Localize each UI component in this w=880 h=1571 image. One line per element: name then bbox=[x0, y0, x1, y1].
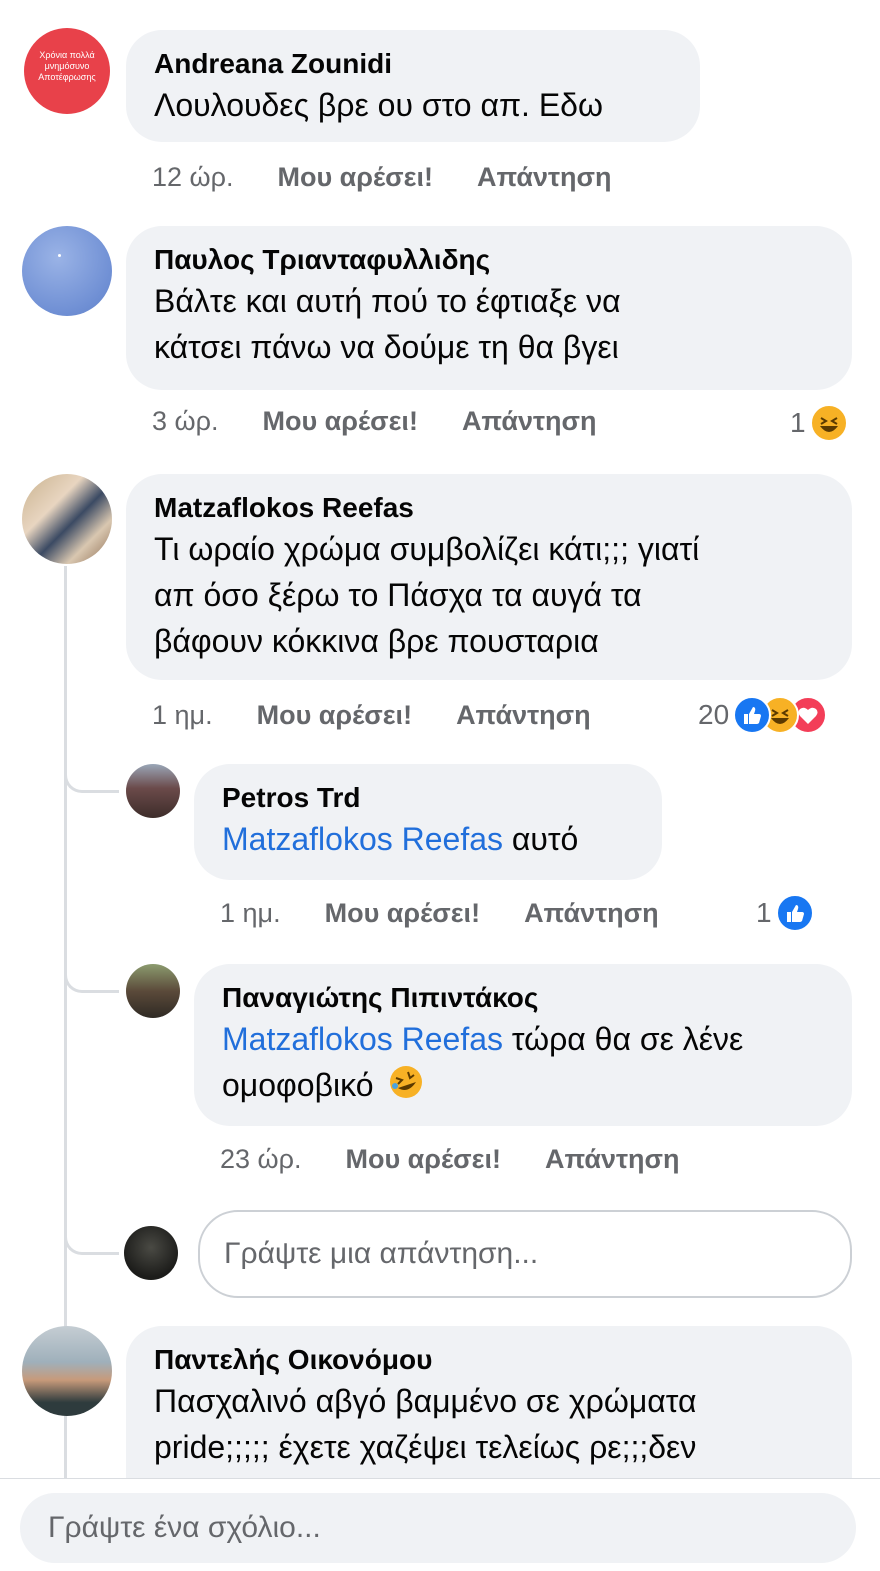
like-reaction-icon bbox=[775, 894, 814, 932]
comment-text: απ όσο ξέρω το Πάσχα τα αυγά τα bbox=[154, 577, 642, 613]
avatar[interactable]: Χρόνια πολλά μνημόσυνο Αποτέφρωσης bbox=[24, 28, 110, 114]
reply-actions: 1 ημ. Μου αρέσει! Απάντηση bbox=[220, 898, 703, 929]
comment-composer: Γράψτε ένα σχόλιο... bbox=[0, 1478, 880, 1571]
thread-line bbox=[64, 1418, 67, 1478]
avatar[interactable] bbox=[22, 1326, 112, 1416]
comment-author[interactable]: Matzaflokos Reefas bbox=[154, 490, 824, 526]
rolling-laughing-emoji-icon bbox=[388, 1064, 424, 1112]
comment-text: βάφουν κόκκινα βρε πουσταρια bbox=[154, 623, 599, 659]
reply-button[interactable]: Απάντηση bbox=[524, 898, 659, 929]
reply-bubble: Παναγιώτης Πιπιντάκος Matzaflokos Reefas… bbox=[194, 964, 852, 1126]
reply-input-placeholder: Γράψτε μια απάντηση... bbox=[224, 1237, 539, 1270]
comment-time[interactable]: 1 ημ. bbox=[152, 700, 213, 731]
comment-time[interactable]: 3 ώρ. bbox=[152, 406, 218, 437]
comment-text: Βάλτε και αυτή πού το έφτιαξε να bbox=[154, 283, 621, 319]
comment-text: κάτσει πάνω να δούμε τη θα βγει bbox=[154, 329, 619, 365]
reply-text: ομοφοβικό bbox=[222, 1062, 824, 1112]
comment-author[interactable]: Παυλος Τριανταφυλλιδης bbox=[154, 242, 824, 278]
reply-author[interactable]: Petros Trd bbox=[222, 780, 634, 816]
comment-bubble: Παυλος Τριανταφυλλιδης Βάλτε και αυτή πο… bbox=[126, 226, 852, 390]
comment-input[interactable]: Γράψτε ένα σχόλιο... bbox=[20, 1493, 856, 1563]
reaction-count: 1 bbox=[756, 897, 772, 928]
reply-time[interactable]: 1 ημ. bbox=[220, 898, 281, 929]
reply-text: Matzaflokos Reefas αυτό bbox=[222, 821, 579, 857]
thread-connector bbox=[64, 1200, 119, 1255]
mention-link[interactable]: Matzaflokos Reefas bbox=[222, 821, 503, 857]
reaction-summary[interactable]: 1 bbox=[790, 404, 848, 442]
comment-time[interactable]: 12 ώρ. bbox=[152, 162, 233, 193]
like-button[interactable]: Μου αρέσει! bbox=[262, 406, 417, 437]
reply-text: Matzaflokos Reefas τώρα θα σε λένε bbox=[222, 1021, 744, 1057]
like-button[interactable]: Μου αρέσει! bbox=[325, 898, 480, 929]
reaction-summary[interactable]: 1 bbox=[756, 894, 814, 932]
comment-input-placeholder: Γράψτε ένα σχόλιο... bbox=[48, 1511, 321, 1544]
reaction-summary[interactable]: 20 bbox=[698, 696, 828, 734]
reply-button[interactable]: Απάντηση bbox=[456, 700, 591, 731]
comment-text: Πασχαλινό αβγό βαμμένο σε χρώματα bbox=[154, 1383, 697, 1419]
avatar[interactable] bbox=[22, 474, 112, 564]
reply-bubble: Petros Trd Matzaflokos Reefas αυτό bbox=[194, 764, 662, 880]
thread-connector bbox=[64, 740, 119, 793]
avatar[interactable] bbox=[126, 764, 180, 818]
comment-author[interactable]: Παντελής Οικονόμου bbox=[154, 1342, 824, 1378]
reply-time[interactable]: 23 ώρ. bbox=[220, 1144, 301, 1175]
comment-actions: 1 ημ. Μου αρέσει! Απάντηση bbox=[152, 700, 635, 731]
comment-text: Τι ωραίο χρώμα συμβολίζει κάτι;;; γιατί bbox=[154, 531, 700, 567]
like-button[interactable]: Μου αρέσει! bbox=[257, 700, 412, 731]
reply-button[interactable]: Απάντηση bbox=[477, 162, 612, 193]
like-reaction-icon bbox=[733, 696, 772, 734]
avatar[interactable] bbox=[22, 226, 112, 316]
like-button[interactable]: Μου αρέσει! bbox=[345, 1144, 500, 1175]
reply-author[interactable]: Παναγιώτης Πιπιντάκος bbox=[222, 980, 824, 1016]
reply-actions: 23 ώρ. Μου αρέσει! Απάντηση bbox=[220, 1144, 724, 1175]
avatar[interactable] bbox=[126, 964, 180, 1018]
comment-actions: 12 ώρ. Μου αρέσει! Απάντηση bbox=[152, 162, 656, 193]
comment-bubble: Matzaflokos Reefas Τι ωραίο χρώμα συμβολ… bbox=[126, 474, 852, 680]
comment-text: Λουλουδες βρε ου στο απ. Εδω bbox=[154, 87, 603, 123]
mention-link[interactable]: Matzaflokos Reefas bbox=[222, 1021, 503, 1057]
thread-connector bbox=[64, 940, 119, 993]
comment-author[interactable]: Andreana Zounidi bbox=[154, 46, 672, 82]
reply-button[interactable]: Απάντηση bbox=[462, 406, 597, 437]
reply-input[interactable]: Γράψτε μια απάντηση... bbox=[198, 1210, 852, 1298]
avatar-label: Χρόνια πολλά μνημόσυνο Αποτέφρωσης bbox=[38, 50, 96, 82]
reaction-count: 1 bbox=[790, 407, 806, 438]
current-user-avatar bbox=[124, 1226, 178, 1280]
comment-text: pride;;;;; έχετε χαζέψει τελείως ρε;;;δε… bbox=[154, 1429, 697, 1465]
haha-reaction-icon bbox=[809, 404, 848, 442]
reaction-count: 20 bbox=[698, 699, 730, 730]
comment-actions: 3 ώρ. Μου αρέσει! Απάντηση bbox=[152, 406, 640, 437]
comment-bubble: Andreana Zounidi Λουλουδες βρε ου στο απ… bbox=[126, 30, 700, 142]
reply-button[interactable]: Απάντηση bbox=[545, 1144, 680, 1175]
like-button[interactable]: Μου αρέσει! bbox=[277, 162, 432, 193]
